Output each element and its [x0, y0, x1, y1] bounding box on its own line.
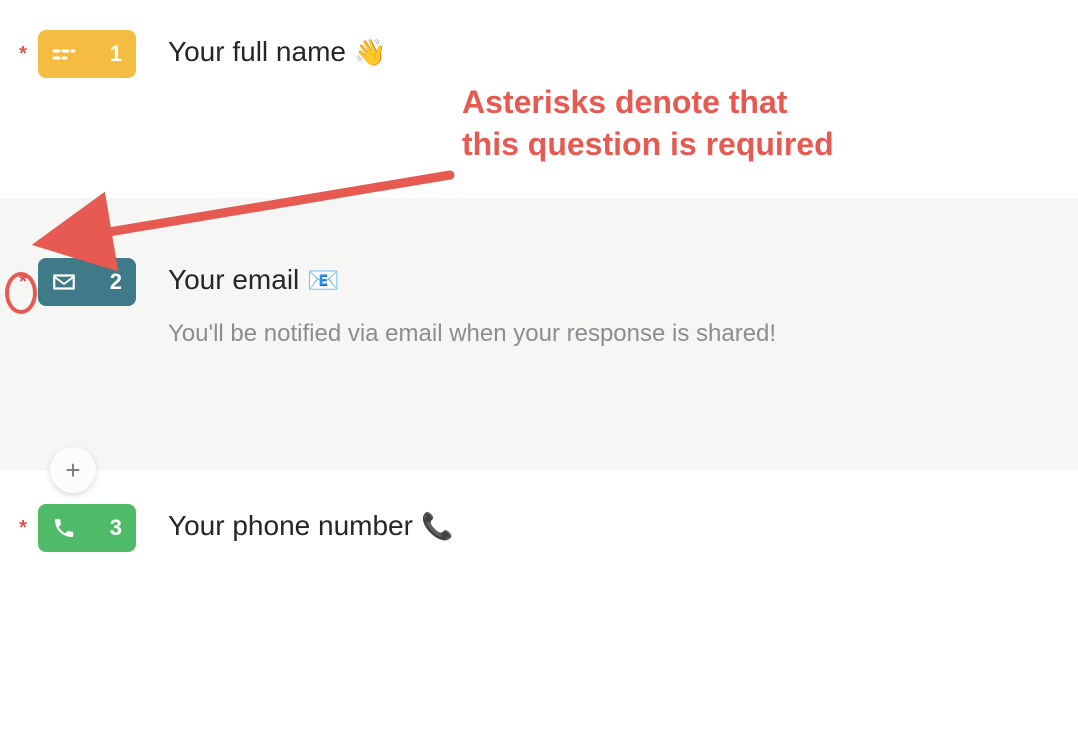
phone-emoji: 📞 — [421, 511, 453, 542]
question-number: 3 — [104, 515, 122, 541]
question-block-1[interactable]: * 1 Your full name 👋 — [0, 6, 1078, 198]
question-number: 2 — [104, 269, 122, 295]
question-number: 1 — [104, 41, 122, 67]
plus-icon: + — [65, 455, 80, 486]
question-block-3[interactable]: * 3 Your phone number 📞 — [0, 470, 1078, 652]
required-asterisk: * — [14, 518, 32, 538]
required-asterisk: * — [14, 272, 32, 292]
required-asterisk: * — [14, 44, 32, 64]
question-description[interactable]: You'll be notified via email when your r… — [168, 318, 1052, 350]
question-content: Your email 📧 You'll be notified via emai… — [168, 258, 1052, 350]
wave-emoji: 👋 — [354, 37, 386, 68]
question-type-badge[interactable]: 1 — [38, 30, 136, 78]
email-emoji: 📧 — [307, 265, 339, 296]
short-text-icon — [50, 40, 78, 68]
email-icon — [50, 268, 78, 296]
question-title-text: Your email — [168, 264, 299, 296]
question-title[interactable]: Your phone number 📞 — [168, 510, 1052, 542]
question-title-text: Your full name — [168, 36, 346, 68]
question-content: Your phone number 📞 — [168, 504, 1052, 542]
question-content: Your full name 👋 — [168, 30, 1052, 68]
phone-icon — [50, 514, 78, 542]
question-title[interactable]: Your full name 👋 — [168, 36, 1052, 68]
question-type-badge[interactable]: 2 — [38, 258, 136, 306]
question-title[interactable]: Your email 📧 — [168, 264, 1052, 296]
question-type-badge[interactable]: 3 — [38, 504, 136, 552]
question-block-2[interactable]: * 2 Your email 📧 You'll be notified via … — [0, 198, 1078, 470]
question-title-text: Your phone number — [168, 510, 413, 542]
